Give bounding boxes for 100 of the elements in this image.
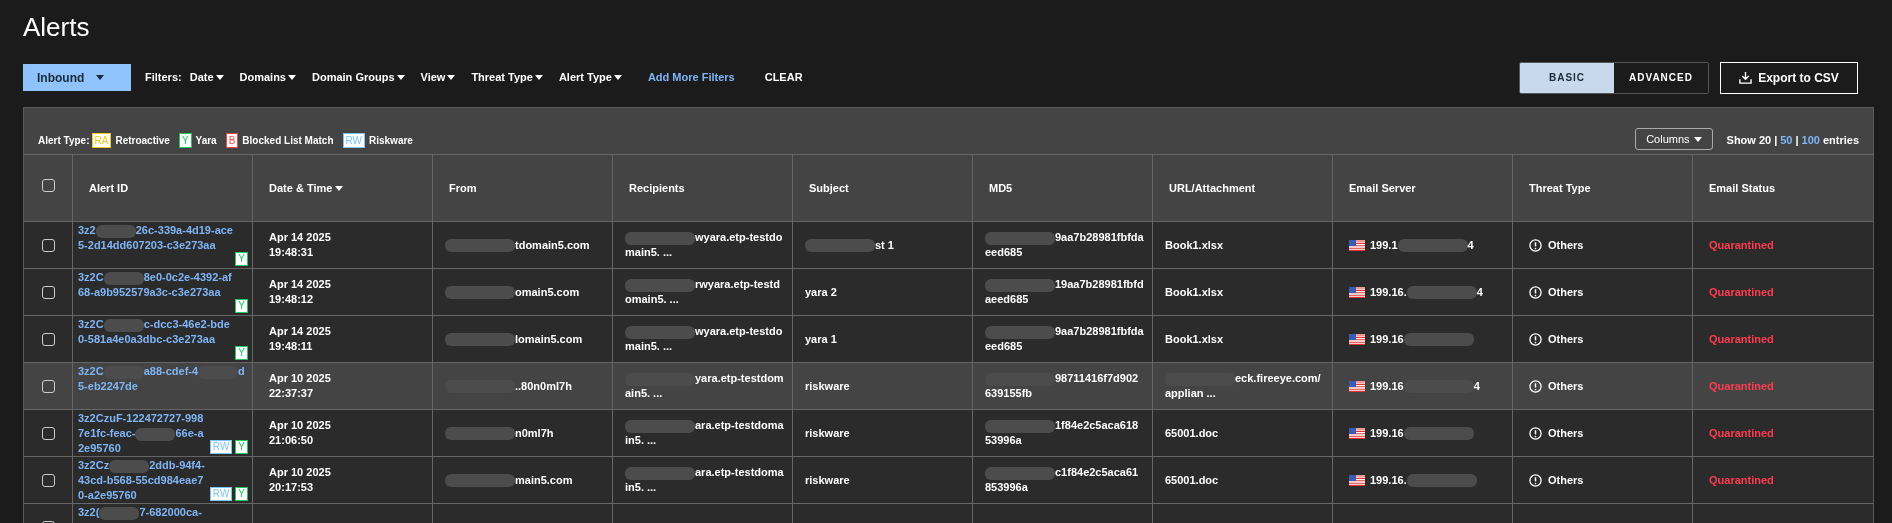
attachment-text: eck.fireeye.com/applian ... (1165, 371, 1322, 401)
row-checkbox[interactable] (41, 426, 55, 440)
show-label: Show (1726, 132, 1756, 148)
column-header[interactable]: Recipients (629, 179, 685, 197)
column-header[interactable]: Date & Time (269, 179, 333, 197)
md5-text: 98711416f7d902639155fb (985, 371, 1140, 401)
column-header[interactable]: Email Server (1349, 179, 1416, 197)
column-header[interactable]: Email Status (1709, 179, 1776, 197)
legend-label: Alert Type: (38, 134, 90, 148)
caret-icon (396, 75, 405, 80)
attachment-text: 65001.doc (1165, 472, 1219, 488)
exclamation-circle-icon (1529, 238, 1542, 252)
server-ip-text: 199.16. 4 (1370, 284, 1483, 301)
redaction-block (625, 419, 695, 433)
row-checkbox[interactable] (41, 285, 55, 299)
sender-text: omain5.com (445, 284, 580, 300)
time-text: 22:37:37 (269, 386, 315, 401)
column-header[interactable]: Subject (809, 179, 849, 197)
attachment-text: Book1.xlsx (1165, 331, 1224, 347)
date-text: Apr 10 2025 (269, 418, 332, 433)
alert-type-badge: Y (235, 487, 248, 501)
md5-text: c1f84e2c5aca61853996a (985, 465, 1140, 495)
page-title: Alerts (23, 11, 91, 44)
threat-type-text: Others (1548, 284, 1584, 300)
select-all-checkbox[interactable] (41, 179, 55, 192)
view-mode-tab[interactable]: BASIC (1520, 62, 1614, 93)
alert-id-link[interactable]: 3z2Cz 2ddb-94f4-43cd-b568-55cd984eae70-a2e95760 (78, 458, 208, 503)
date-text: Apr 14 2025 (269, 277, 332, 292)
filter-dropdown[interactable]: Domain Groups (312, 69, 405, 86)
row-checkbox[interactable] (41, 379, 55, 393)
exclamation-circle-icon (1529, 426, 1542, 440)
filter-dropdown[interactable]: Alert Type (558, 69, 622, 86)
column-header[interactable]: URL/Attachment (1169, 179, 1256, 197)
filter-dropdown[interactable]: View (420, 69, 456, 86)
attachment-text: Book1.xlsx (1165, 237, 1224, 253)
row-checkbox[interactable] (41, 238, 55, 252)
legend-text: Riskware (369, 134, 413, 148)
alert-type-badge: RW (342, 133, 365, 148)
redaction-block (445, 286, 515, 300)
alert-id-link[interactable]: 3z2C a88-cdef-4 d5-eb2247de (78, 364, 248, 409)
redaction-block (625, 278, 695, 292)
column-header[interactable]: Threat Type (1529, 179, 1591, 197)
threat-type-text: Others (1548, 425, 1584, 441)
threat-type-text: Others (1548, 331, 1584, 347)
alert-id-link[interactable]: 3z2 26c-339a-4d19-ace5-2d14dd607203-c3e273aa (78, 223, 234, 268)
column-header[interactable]: Alert ID (89, 179, 129, 197)
alert-id-link[interactable]: 3z2C c-dcc3-46e2-bde0-581a4e0a3dbc-c3e273aa (78, 317, 234, 362)
server-ip-text: 199.16 4 (1370, 378, 1480, 395)
redaction-block (445, 474, 515, 488)
separator-text: | (1774, 132, 1778, 148)
separator-text: | (1795, 132, 1799, 148)
redaction-block (985, 325, 1055, 339)
page-size-option[interactable]: 20 (1758, 131, 1772, 148)
sender-text: lomain5.com (445, 331, 583, 347)
filter-dropdown[interactable]: Domains (239, 69, 296, 86)
server-ip-text: 199.16 (1370, 330, 1474, 348)
redaction-block (1406, 286, 1477, 300)
redaction-block (135, 427, 176, 441)
caret-icon (613, 75, 622, 80)
alert-type-badge: Y (235, 299, 248, 313)
alert-type-badge: Y (235, 346, 248, 360)
time-text: 20:17:53 (269, 480, 315, 495)
flag-icon (1349, 427, 1365, 439)
column-header[interactable]: From (449, 179, 477, 197)
filter-dropdown[interactable]: Date (189, 69, 224, 86)
caret-icon (534, 75, 543, 80)
row-checkbox[interactable] (41, 332, 55, 346)
redaction-block (1403, 427, 1474, 441)
alert-id-link[interactable]: 3z2( 7-682000ca- (78, 505, 248, 523)
recipient-text: ara.etp-testdomain5. ... (625, 418, 784, 448)
redaction-block (445, 427, 515, 441)
clear-button[interactable]: CLEAR (764, 69, 803, 86)
recipient-text: yara.etp-testdomain5. ... (625, 371, 784, 401)
exclamation-circle-icon (1529, 473, 1542, 487)
flag-icon (1349, 239, 1365, 251)
recipient-text: rwyara.etp-testdomain5. ... (625, 277, 781, 307)
md5-text: 9aa7b28981fbfdaeed685 (985, 230, 1144, 260)
md5-text: 9aa7b28981fbfdaeed685 (985, 324, 1144, 354)
export-button[interactable]: Export to CSV (1720, 61, 1858, 94)
email-status-text: Quarantined (1709, 237, 1774, 253)
alert-id-link[interactable]: 3z2CzuF-122472727-9987e1fc-feac- 66e-a2e95760 (78, 411, 208, 456)
row-checkbox[interactable] (41, 473, 55, 487)
redaction-block (1406, 474, 1477, 488)
direction-dropdown[interactable]: Inbound (23, 64, 131, 91)
page-size-option[interactable]: 50 (1780, 131, 1793, 148)
alert-id-link[interactable]: 3z2C 8e0-0c2e-4392-af68-a9b952579a3c-c3e273aa (78, 270, 234, 315)
redaction-block (625, 325, 695, 339)
redaction-block (985, 419, 1055, 433)
redaction-block (103, 271, 144, 285)
subject-text: riskware (805, 378, 850, 394)
page-size-option[interactable]: 100 (1801, 131, 1820, 148)
add-filters-link[interactable]: Add More Filters (647, 69, 735, 86)
redaction-block (1403, 333, 1474, 347)
filter-dropdown[interactable]: Threat Type (471, 69, 543, 86)
column-header[interactable]: MD5 (989, 179, 1013, 197)
caret-icon (447, 75, 456, 80)
threat-type-text: Others (1548, 237, 1584, 253)
columns-dropdown[interactable]: Columns (1635, 128, 1713, 150)
subject-text: riskware (805, 472, 850, 488)
email-status-text: Quarantined (1709, 472, 1774, 488)
